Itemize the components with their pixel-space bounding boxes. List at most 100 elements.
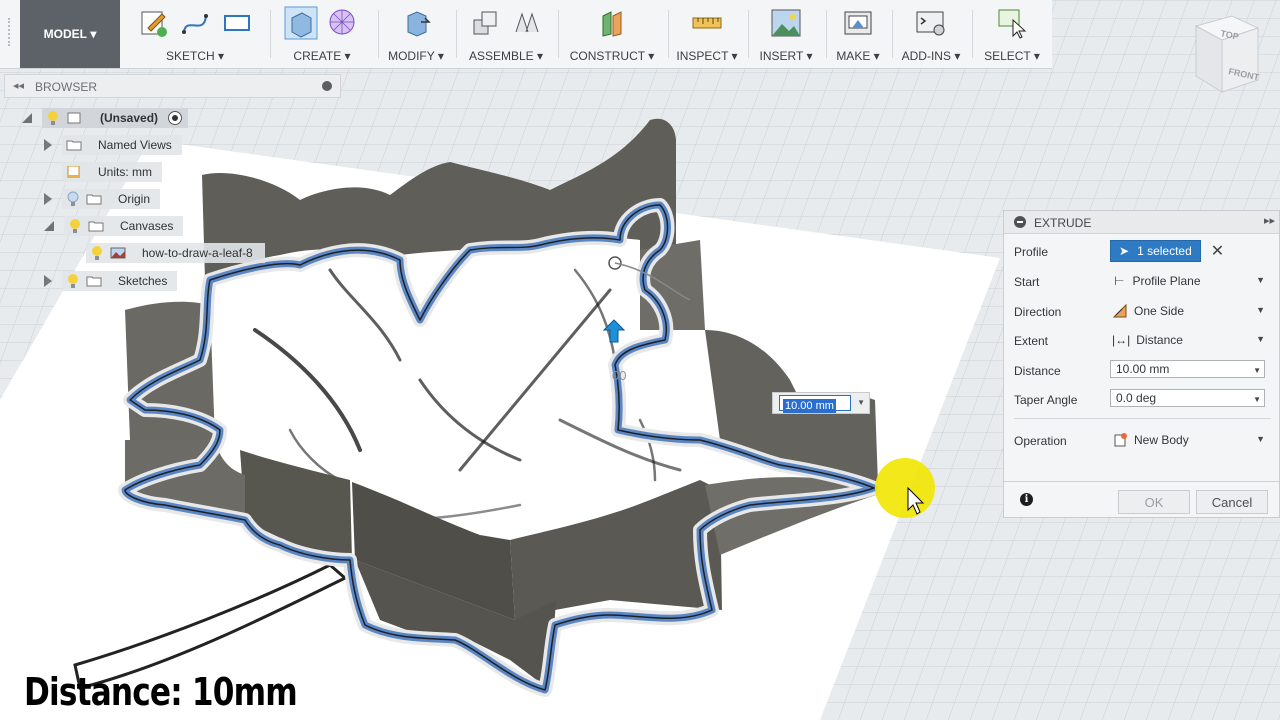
start-row[interactable]: Start ⊢ Profile Plane ▼ [1014, 269, 1271, 293]
browser-item-sketches[interactable]: Sketches [44, 271, 178, 291]
distance-row: Distance 10.00 mm ▼ [1014, 358, 1271, 382]
lightbulb-off-icon[interactable] [66, 191, 80, 207]
insert-image-icon[interactable] [769, 6, 803, 40]
expand-dialog-icon[interactable]: ▸▸ [1264, 214, 1275, 227]
select-cursor-icon: ➤ [1119, 244, 1130, 258]
component-icon [67, 112, 81, 124]
direction-dropdown[interactable]: One Side ▼ [1110, 301, 1265, 321]
press-pull-icon[interactable] [399, 6, 433, 40]
toolbar-group-make[interactable]: MAKE ▾ [828, 0, 888, 68]
browser-item-units[interactable]: Units: mm [62, 162, 162, 182]
extrude-dialog-title: EXTRUDE [1034, 216, 1092, 230]
collapsed-triangle-icon[interactable] [44, 139, 52, 151]
offset-plane-icon[interactable] [595, 6, 629, 40]
toolbar-group-modify[interactable]: MODIFY ▾ [380, 0, 452, 68]
extent-dropdown[interactable]: |↔| Distance ▼ [1110, 330, 1265, 350]
collapsed-triangle-icon[interactable] [44, 193, 52, 205]
lightbulb-icon[interactable] [46, 110, 60, 126]
expanded-triangle-icon[interactable] [22, 113, 32, 123]
direction-row[interactable]: Direction One Side ▼ [1014, 299, 1271, 323]
extent-row[interactable]: Extent |↔| Distance ▼ [1014, 328, 1271, 352]
folder-icon [86, 276, 102, 287]
form-sphere-icon[interactable] [326, 6, 360, 40]
3d-print-icon[interactable] [841, 6, 875, 40]
collapse-dialog-icon[interactable] [1014, 216, 1026, 228]
extrude-dialog-footer: i OK Cancel [1004, 481, 1279, 519]
new-component-icon[interactable] [468, 6, 502, 40]
profile-plane-icon: ⊢ [1114, 274, 1125, 288]
distance-manipulator-input[interactable]: 10.00 mm ▼ [772, 392, 870, 414]
view-cube[interactable]: TOP FRONT [1188, 12, 1268, 100]
dialog-divider [1014, 418, 1271, 419]
workspace-switcher[interactable]: MODEL ▾ [20, 0, 120, 68]
chevron-down-icon[interactable]: ▼ [1253, 392, 1261, 408]
browser-item-origin[interactable]: Origin [44, 189, 161, 209]
profile-selection-button[interactable]: ➤ 1 selected [1110, 240, 1201, 262]
toolbar-divider [826, 10, 827, 58]
lightbulb-icon[interactable] [68, 218, 82, 234]
spline-icon[interactable] [178, 6, 212, 40]
document-settings-icon [67, 166, 80, 178]
measure-icon[interactable] [690, 6, 724, 40]
browser-item-canvases[interactable]: Canvases [44, 216, 184, 236]
scripts-icon[interactable] [914, 6, 948, 40]
browser-minimize-icon[interactable] [322, 81, 332, 91]
distance-inline-field[interactable]: 10.00 mm [779, 395, 851, 413]
toolbar-group-insert[interactable]: INSERT ▾ [750, 0, 822, 68]
browser-item-root[interactable]: (Unsaved) [22, 108, 189, 128]
toolbar-group-create[interactable]: CREATE ▾ [272, 0, 372, 68]
toolbar-group-select[interactable]: SELECT ▾ [974, 0, 1050, 68]
sketch-edit-icon[interactable] [136, 6, 170, 40]
collapsed-triangle-icon[interactable] [44, 275, 52, 287]
joint-icon[interactable] [510, 6, 544, 40]
activate-radio-icon[interactable] [168, 111, 183, 125]
expanded-triangle-icon[interactable] [44, 221, 54, 231]
start-dropdown[interactable]: ⊢ Profile Plane ▼ [1110, 271, 1265, 291]
extrude-box-icon[interactable] [284, 6, 318, 40]
collapse-browser-icon[interactable]: ◂◂ [13, 79, 24, 92]
extrude-dialog: EXTRUDE ▸▸ Profile ➤ 1 selected ✕ Start … [1003, 210, 1280, 518]
chevron-down-icon[interactable]: ▼ [857, 398, 865, 407]
chevron-down-icon: ▼ [1256, 275, 1265, 285]
cursor-highlight [875, 458, 935, 518]
toolbar-group-addins[interactable]: ADD-INS ▾ [894, 0, 968, 68]
folder-icon [66, 140, 82, 151]
profile-row: Profile ➤ 1 selected ✕ [1014, 239, 1271, 263]
chevron-down-icon[interactable]: ▼ [1253, 363, 1261, 379]
ghost-distance-label: 00 [612, 368, 627, 383]
toolbar-group-construct[interactable]: CONSTRUCT ▾ [560, 0, 664, 68]
browser-title: BROWSER [35, 80, 98, 94]
main-toolbar: MODEL ▾ SKETCH ▾ CREATE ▾ MODIFY ▾ ASSEM… [0, 0, 1052, 69]
toolbar-group-assemble[interactable]: ASSEMBLE ▾ [458, 0, 554, 68]
operation-dropdown[interactable]: New Body ▼ [1110, 430, 1265, 450]
operation-row[interactable]: Operation New Body ▼ [1014, 428, 1271, 452]
cancel-button[interactable]: Cancel [1196, 490, 1268, 514]
rectangle-icon[interactable] [220, 6, 254, 40]
browser-item-canvas-image[interactable]: how-to-draw-a-leaf-8 [86, 243, 265, 263]
toolbar-group-sketch[interactable]: SKETCH ▾ [125, 0, 265, 68]
toolbar-divider [378, 10, 379, 58]
folder-icon [88, 221, 104, 232]
browser-item-named-views[interactable]: Named Views [44, 135, 182, 155]
new-body-icon [1114, 433, 1127, 447]
info-icon[interactable]: i [1020, 493, 1033, 506]
lightbulb-icon[interactable] [90, 245, 104, 261]
distance-input[interactable]: 10.00 mm ▼ [1110, 360, 1265, 378]
extrude-dialog-header[interactable]: EXTRUDE ▸▸ [1004, 211, 1279, 234]
select-arrow-icon[interactable] [995, 6, 1029, 40]
toolbar-group-inspect[interactable]: INSPECT ▾ [670, 0, 744, 68]
ok-button[interactable]: OK [1118, 490, 1190, 514]
clear-selection-icon[interactable]: ✕ [1211, 241, 1224, 261]
toolbar-grip[interactable] [8, 18, 18, 46]
video-caption: Distance: 10mm [24, 670, 298, 714]
toolbar-divider [456, 10, 457, 58]
toolbar-divider [558, 10, 559, 58]
taper-angle-row: Taper Angle 0.0 deg ▼ [1014, 387, 1271, 411]
distance-extent-icon: |↔| [1112, 333, 1131, 347]
toolbar-divider [972, 10, 973, 58]
lightbulb-icon[interactable] [66, 273, 80, 289]
chevron-down-icon: ▼ [1256, 305, 1265, 315]
taper-angle-input[interactable]: 0.0 deg ▼ [1110, 389, 1265, 407]
toolbar-divider [668, 10, 669, 58]
toolbar-divider [270, 10, 271, 58]
